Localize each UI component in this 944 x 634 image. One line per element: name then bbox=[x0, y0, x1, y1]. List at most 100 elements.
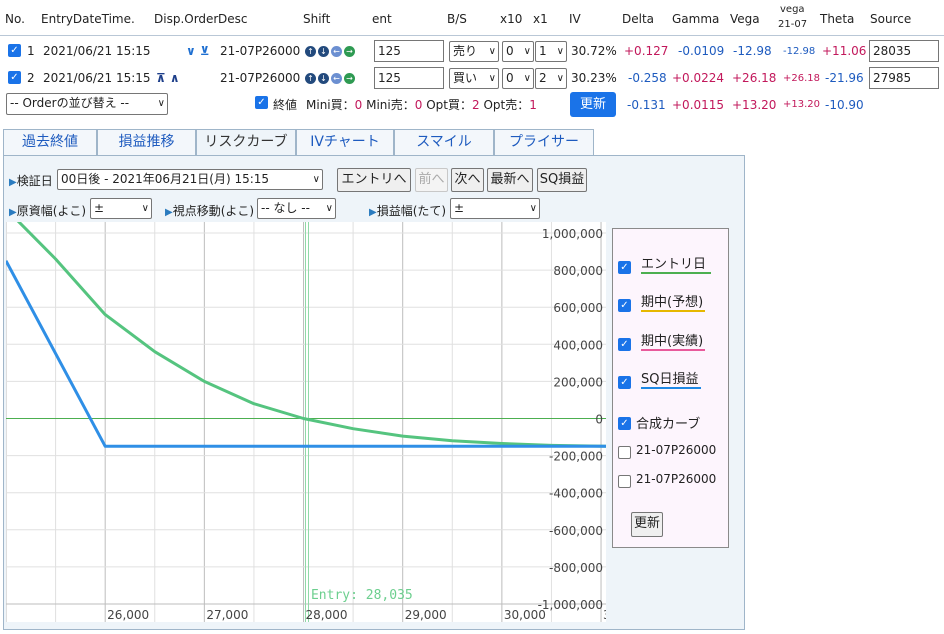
row2-iv: 30.23% bbox=[571, 71, 617, 85]
col-header-disp-order: Disp.Order bbox=[154, 12, 219, 26]
row2-gamma: +0.0224 bbox=[672, 71, 725, 85]
row2-shift-controls[interactable]: ↑ ↓ ← → bbox=[305, 71, 357, 85]
row1-vega: -12.98 bbox=[733, 44, 772, 58]
total-gamma: +0.0115 bbox=[672, 98, 725, 112]
shift-right-icon[interactable]: → bbox=[344, 46, 355, 57]
legend-leg2-checkbox[interactable] bbox=[618, 475, 631, 488]
next-button[interactable]: 次へ bbox=[451, 168, 484, 192]
tab-past-close[interactable]: 過去終値 bbox=[3, 129, 97, 155]
mini-buy-count: 0 bbox=[354, 98, 363, 112]
xrange-select[interactable]: ± 3,000 bbox=[90, 198, 152, 219]
y-tick-label: 400,000 bbox=[553, 338, 603, 352]
opt-buy-count: 2 bbox=[472, 98, 480, 112]
y-tick-label: -600,000 bbox=[549, 524, 603, 538]
row1-vega-month: -12.98 bbox=[783, 46, 816, 57]
legend-midterm-forecast-checkbox[interactable]: ✓ bbox=[618, 299, 631, 312]
mini-sell-label: Mini売： bbox=[366, 98, 415, 112]
xrange-label-group: ▶原資幅(よこ) bbox=[9, 202, 86, 219]
tab-iv-chart[interactable]: IVチャート bbox=[296, 129, 394, 155]
row1-desc: 21-07P26000 bbox=[220, 44, 301, 58]
y-tick-label: -1,000,000 bbox=[538, 598, 603, 612]
shift-up-icon[interactable]: ↑ bbox=[305, 46, 316, 57]
legend-composite-label: 合成カーブ bbox=[636, 417, 701, 432]
col-header-bs: B/S bbox=[447, 12, 467, 26]
row1-gamma: -0.0109 bbox=[678, 44, 725, 58]
legend-entry-day-swatch bbox=[641, 272, 711, 274]
legend-midterm-forecast-label: 期中(予想) bbox=[641, 295, 704, 310]
legend-leg1-checkbox[interactable] bbox=[618, 446, 631, 459]
yrange-select[interactable]: ± 1,000,000 bbox=[450, 198, 540, 219]
tab-risk-curve[interactable]: リスクカーブ bbox=[196, 129, 296, 156]
row2-checkbox[interactable]: ✓ bbox=[8, 71, 21, 84]
shift-up-icon[interactable]: ↑ bbox=[305, 73, 316, 84]
row1-ent-input[interactable]: 125 bbox=[374, 40, 444, 62]
row2-ent-input[interactable]: 125 bbox=[374, 67, 444, 89]
row2-order-arrows[interactable]: ⊼ ∧ bbox=[156, 71, 180, 85]
col-header-vega: Vega bbox=[730, 12, 760, 26]
yrange-label: 損益幅(たて) bbox=[376, 204, 447, 218]
x-tick-label: 28,000 bbox=[306, 608, 348, 622]
greeks-update-button[interactable]: 更新 bbox=[570, 92, 616, 117]
col-header-ent: ent bbox=[372, 12, 392, 26]
tab-pricer[interactable]: プライサー bbox=[494, 129, 594, 155]
legend-midterm-forecast-swatch bbox=[641, 310, 705, 312]
order-sort-select[interactable]: -- Orderの並び替え -- bbox=[6, 93, 168, 115]
legend-midterm-actual-swatch bbox=[641, 349, 705, 351]
legend-leg1-label: 21-07P26000 bbox=[636, 443, 717, 457]
y-tick-label: -200,000 bbox=[549, 450, 603, 464]
row1-delta: +0.127 bbox=[624, 44, 669, 58]
row1-checkbox[interactable]: ✓ bbox=[8, 44, 21, 57]
latest-button[interactable]: 最新へ bbox=[487, 168, 533, 192]
row2-vega-month: +26.18 bbox=[783, 73, 821, 84]
risk-curve-chart[interactable]: 1,000,000 800,000 600,000 400,000 200,000 0 -2… bbox=[6, 222, 606, 622]
row1-x1-select[interactable]: 1 bbox=[535, 41, 567, 62]
verify-date-select[interactable]: 00日後 - 2021年06月21日(月) 15:15 NK:28035 bbox=[57, 169, 323, 190]
tab-smile[interactable]: スマイル bbox=[394, 129, 494, 155]
row1-theta: +11.06 bbox=[822, 44, 867, 58]
legend-composite-checkbox[interactable]: ✓ bbox=[618, 417, 631, 430]
legend-leg2-label: 21-07P26000 bbox=[636, 472, 717, 486]
row1-source-input[interactable]: 28035 bbox=[869, 40, 939, 62]
tab-pnl-trend[interactable]: 損益推移 bbox=[97, 129, 196, 155]
legend-update-button[interactable]: 更新 bbox=[631, 512, 663, 537]
verify-date-label-group: ▶検証日 bbox=[9, 172, 53, 189]
shift-right-icon[interactable]: → bbox=[344, 73, 355, 84]
shift-down-icon[interactable]: ↓ bbox=[318, 73, 329, 84]
opt-sell-count: 1 bbox=[529, 98, 537, 112]
shift-down-icon[interactable]: ↓ bbox=[318, 46, 329, 57]
play-icon: ▶ bbox=[9, 177, 17, 188]
legend-sq-pnl-checkbox[interactable]: ✓ bbox=[618, 376, 631, 389]
close-price-checkbox[interactable]: ✓ bbox=[255, 96, 268, 109]
x-tick-label: 30,000 bbox=[504, 608, 546, 622]
opt-buy-label: Opt買： bbox=[426, 98, 472, 112]
viewpoint-label-group: ▶視点移動(よこ) bbox=[165, 202, 254, 219]
total-delta: -0.131 bbox=[627, 98, 666, 112]
yrange-label-group: ▶損益幅(たて) bbox=[369, 202, 446, 219]
legend-midterm-actual-label: 期中(実績) bbox=[641, 334, 704, 349]
col-header-gamma: Gamma bbox=[672, 12, 720, 26]
sq-pnl-button[interactable]: SQ損益 bbox=[537, 168, 587, 192]
legend-midterm-actual-checkbox[interactable]: ✓ bbox=[618, 338, 631, 351]
row2-theta: -21.96 bbox=[825, 71, 864, 85]
row2-source-input[interactable]: 27985 bbox=[869, 67, 939, 89]
row2-date: 2021/06/21 15:15 bbox=[43, 71, 151, 85]
go-entry-button[interactable]: エントリへ bbox=[337, 168, 411, 192]
prev-button[interactable]: 前へ bbox=[415, 168, 448, 192]
row1-order-arrows[interactable]: ∨ ⊻ bbox=[186, 44, 210, 58]
row1-iv: 30.72% bbox=[571, 44, 617, 58]
viewpoint-select[interactable]: -- なし -- bbox=[257, 198, 336, 219]
total-vega: +13.20 bbox=[732, 98, 777, 112]
row2-x10-select[interactable]: 0 bbox=[502, 68, 534, 89]
legend-sq-pnl-label: SQ日損益 bbox=[641, 372, 699, 387]
row2-x1-select[interactable]: 2 bbox=[535, 68, 567, 89]
col-header-no: No. bbox=[5, 12, 25, 26]
row1-shift-controls[interactable]: ↑ ↓ ← → bbox=[305, 44, 357, 58]
shift-left-icon[interactable]: ← bbox=[331, 46, 342, 57]
col-header-iv: IV bbox=[569, 12, 581, 26]
row1-bs-select[interactable]: 売り bbox=[449, 41, 499, 62]
row1-x10-select[interactable]: 0 bbox=[502, 41, 534, 62]
legend-entry-day-checkbox[interactable]: ✓ bbox=[618, 261, 631, 274]
row2-bs-select[interactable]: 買い bbox=[449, 68, 499, 89]
total-vega-month: +13.20 bbox=[783, 99, 821, 110]
shift-left-icon[interactable]: ← bbox=[331, 73, 342, 84]
